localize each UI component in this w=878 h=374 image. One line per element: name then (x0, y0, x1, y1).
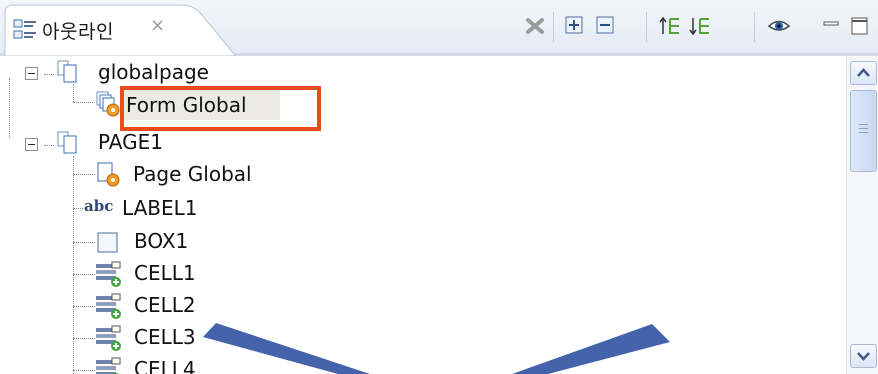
tree-connector (73, 242, 95, 243)
outline-icon (13, 19, 37, 41)
page-global-icon (96, 160, 124, 192)
tree-connector (73, 274, 95, 275)
move-up-button[interactable] (658, 14, 682, 38)
label-icon: abc (84, 197, 114, 215)
chevron-up-icon (857, 68, 870, 77)
collapse-all-icon (596, 16, 614, 34)
maximize-icon (851, 17, 868, 35)
minimize-button[interactable] (819, 14, 843, 38)
show-button[interactable] (767, 14, 791, 38)
tree-connector (73, 174, 95, 175)
view-toolbar: 아웃라인 ⨯ (0, 0, 878, 56)
vertical-scrollbar[interactable] (846, 56, 878, 374)
collapse-toggle-icon[interactable] (25, 138, 38, 151)
tree-connector (44, 145, 54, 146)
collapse-toggle-icon[interactable] (25, 67, 38, 80)
chevron-down-icon (857, 352, 870, 361)
remove-button[interactable] (523, 14, 547, 38)
tree-connector (73, 306, 95, 307)
tree-connector (73, 370, 95, 371)
tree-connector (9, 78, 10, 138)
move-down-button[interactable] (688, 14, 712, 38)
scroll-grip (859, 128, 868, 129)
toolbar-separator (553, 12, 554, 42)
cell-icon (94, 261, 124, 293)
tree-item-label: BOX1 (134, 229, 189, 253)
tree-item-label: Form Global (126, 93, 247, 117)
close-icon[interactable]: ⨯ (150, 15, 165, 36)
scroll-up-button[interactable] (850, 61, 877, 85)
remove-icon (526, 18, 544, 34)
tab-outline-label: 아웃라인 (42, 21, 114, 43)
page-icon (56, 130, 82, 160)
tree-item-label: CELL4 (134, 357, 196, 374)
tree-item-label: globalpage (98, 60, 209, 84)
toolbar-separator (754, 12, 755, 42)
collapse-all-button[interactable] (594, 14, 618, 38)
scroll-grip (859, 132, 868, 133)
tree-connector (44, 74, 54, 75)
maximize-button[interactable] (848, 14, 872, 38)
tree-item-label: Page Global (133, 162, 252, 186)
tree-item-label: LABEL1 (122, 196, 198, 220)
outline-tree: globalpage Form Global PAGE1 Page Global… (0, 56, 846, 374)
eye-icon (767, 20, 791, 31)
outline-view: 아웃라인 ⨯ globalpage Form Global PAGE1 Page… (0, 0, 878, 374)
form-global-icon (95, 90, 123, 122)
cell-icon (94, 293, 124, 325)
cell-icon (94, 325, 124, 357)
expand-all-button[interactable] (563, 14, 587, 38)
move-up-icon (659, 16, 679, 34)
tree-item-label: PAGE1 (98, 130, 163, 154)
tree-connector (73, 156, 74, 374)
minimize-icon (823, 21, 839, 26)
scroll-grip (859, 124, 868, 125)
tab-outline[interactable]: 아웃라인 ⨯ (4, 3, 236, 56)
scroll-down-button[interactable] (850, 344, 877, 368)
cell-icon (94, 357, 124, 374)
tree-connector (73, 208, 83, 209)
move-down-icon (689, 18, 709, 36)
expand-all-icon (565, 16, 583, 34)
page-icon (56, 59, 82, 89)
tree-item-label: CELL3 (134, 325, 196, 349)
tree-item-label: CELL2 (134, 293, 196, 317)
tree-connector (73, 102, 93, 103)
tree-connector (73, 338, 95, 339)
box-icon (96, 231, 120, 259)
scroll-thumb[interactable] (850, 90, 877, 172)
tree-item-label: CELL1 (134, 261, 196, 285)
toolbar-separator (646, 12, 647, 42)
